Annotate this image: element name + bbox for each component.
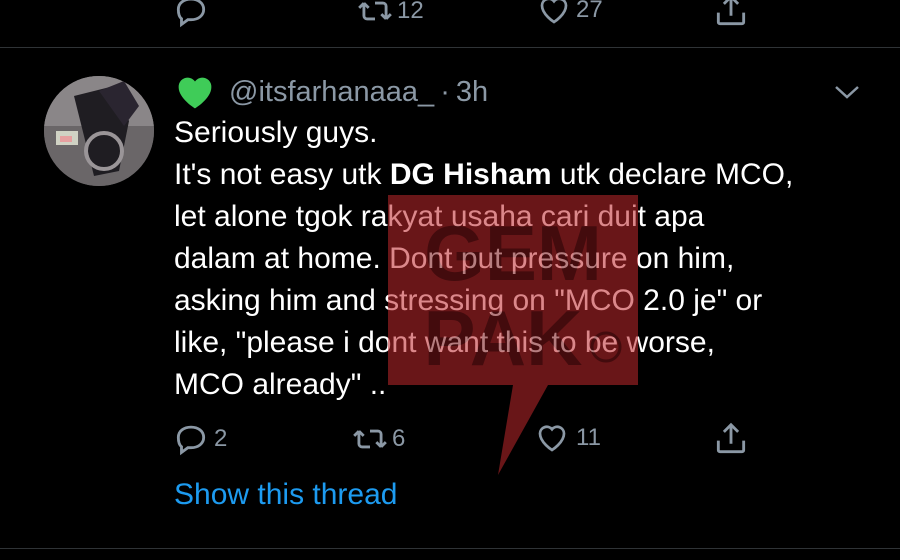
time-separator: · (440, 75, 450, 108)
heart-icon (540, 0, 568, 24)
like-count: 11 (576, 424, 601, 451)
tweet-text-line2-post: utk declare MCO, (551, 158, 794, 191)
reply-count: 2 (214, 425, 228, 452)
share-icon (716, 422, 746, 454)
reply-button[interactable]: 2 (172, 420, 227, 458)
reply-button[interactable] (172, 0, 210, 30)
retweet-button[interactable]: 6 (350, 420, 405, 458)
share-button[interactable] (712, 420, 750, 458)
retweet-button[interactable]: 12 (355, 0, 424, 30)
heart-icon (538, 425, 566, 452)
tweet-text-rest: let alone tgok rakyat usaha cari duit ap… (174, 200, 763, 401)
retweet-count: 12 (397, 0, 424, 24)
retweet-icon (353, 429, 387, 449)
tweet-time[interactable]: 3h (456, 76, 488, 109)
retweet-count: 6 (392, 425, 406, 452)
retweet-icon (358, 1, 392, 21)
tweet-divider (0, 548, 900, 549)
avatar[interactable] (44, 76, 154, 186)
reply-icon (176, 425, 206, 456)
tweet-header: @itsfarhanaaa_ · 3h (175, 72, 488, 112)
like-count: 27 (576, 0, 603, 23)
show-thread-link[interactable]: Show this thread (174, 478, 397, 512)
tweet-text-mention: DG Hisham (389, 158, 552, 191)
more-options-button[interactable] (832, 82, 862, 107)
tweet-text: Seriously guys. It's not easy utk DG His… (174, 112, 874, 406)
author-handle[interactable]: @itsfarhanaaa_ (229, 76, 434, 109)
chevron-down-icon (835, 86, 859, 99)
tweet-divider (0, 47, 900, 48)
share-icon (716, 0, 746, 26)
tweet-text-line2-pre: It's not easy utk (174, 158, 390, 191)
like-button[interactable]: 11 (534, 420, 601, 456)
avatar-photo (44, 76, 154, 186)
share-button[interactable] (712, 0, 750, 30)
reply-icon (176, 0, 206, 28)
like-button[interactable]: 27 (536, 0, 603, 28)
green-heart-icon (175, 74, 215, 110)
tweet-text-line1: Seriously guys. (174, 116, 378, 149)
